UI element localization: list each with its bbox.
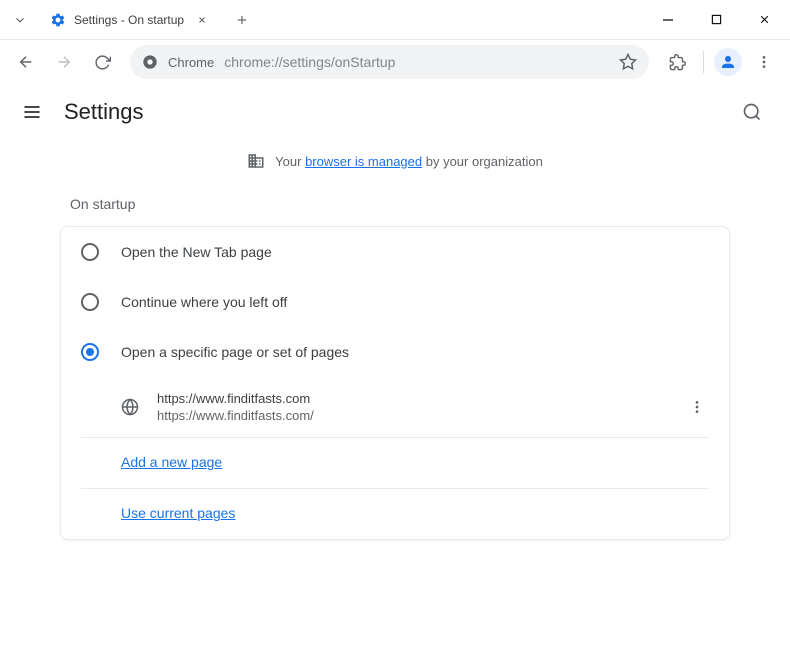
tab-title: Settings - On startup <box>74 13 186 27</box>
search-button[interactable] <box>734 94 770 130</box>
radio-option-new-tab[interactable]: Open the New Tab page <box>61 227 729 277</box>
reload-button[interactable] <box>86 46 118 78</box>
radio-option-continue[interactable]: Continue where you left off <box>61 277 729 327</box>
page-info: https://www.finditfasts.com https://www.… <box>157 391 667 423</box>
building-icon <box>247 152 265 170</box>
radio-label: Continue where you left off <box>121 294 287 310</box>
omnibox-chip: Chrome <box>168 55 214 70</box>
startup-card: Open the New Tab page Continue where you… <box>60 226 730 540</box>
address-bar[interactable]: Chrome chrome://settings/onStartup <box>130 45 649 79</box>
back-button[interactable] <box>10 46 42 78</box>
startup-page-entry: https://www.finditfasts.com https://www.… <box>61 377 729 437</box>
forward-button[interactable] <box>48 46 80 78</box>
window-controls <box>650 6 782 34</box>
menu-button[interactable] <box>20 100 44 124</box>
section-title: On startup <box>60 182 730 226</box>
radio-icon <box>81 243 99 261</box>
tab-search-button[interactable] <box>8 8 32 32</box>
use-current-pages-link[interactable]: Use current pages <box>121 505 235 521</box>
browser-managed-link[interactable]: browser is managed <box>305 154 422 169</box>
maximize-button[interactable] <box>698 6 734 34</box>
extensions-button[interactable] <box>661 46 693 78</box>
toolbar: Chrome chrome://settings/onStartup <box>0 40 790 84</box>
radio-label: Open the New Tab page <box>121 244 272 260</box>
add-page-row: Add a new page <box>61 438 729 488</box>
page-title: Settings <box>64 99 144 125</box>
banner-text: Your browser is managed by your organiza… <box>275 154 543 169</box>
profile-button[interactable] <box>714 48 742 76</box>
add-new-page-link[interactable]: Add a new page <box>121 454 222 470</box>
browser-tab[interactable]: Settings - On startup <box>40 6 220 34</box>
managed-banner: Your browser is managed by your organiza… <box>0 140 790 182</box>
close-tab-button[interactable] <box>194 12 210 28</box>
minimize-button[interactable] <box>650 6 686 34</box>
bookmark-button[interactable] <box>619 53 637 71</box>
chrome-menu-button[interactable] <box>748 46 780 78</box>
page-more-button[interactable] <box>685 395 709 419</box>
globe-icon <box>121 398 139 416</box>
new-tab-button[interactable] <box>228 6 256 34</box>
divider <box>703 51 704 73</box>
settings-header: Settings <box>0 84 790 140</box>
radio-icon <box>81 343 99 361</box>
content: On startup Open the New Tab page Continu… <box>0 182 790 540</box>
close-window-button[interactable] <box>746 6 782 34</box>
radio-icon <box>81 293 99 311</box>
titlebar: Settings - On startup <box>0 0 790 40</box>
radio-label: Open a specific page or set of pages <box>121 344 349 360</box>
radio-option-specific-pages[interactable]: Open a specific page or set of pages <box>61 327 729 377</box>
chrome-logo-icon <box>142 54 158 70</box>
use-current-row: Use current pages <box>61 489 729 539</box>
omnibox-url: chrome://settings/onStartup <box>224 54 609 70</box>
page-entry-url: https://www.finditfasts.com/ <box>157 408 667 423</box>
gear-icon <box>50 12 66 28</box>
page-entry-title: https://www.finditfasts.com <box>157 391 667 406</box>
